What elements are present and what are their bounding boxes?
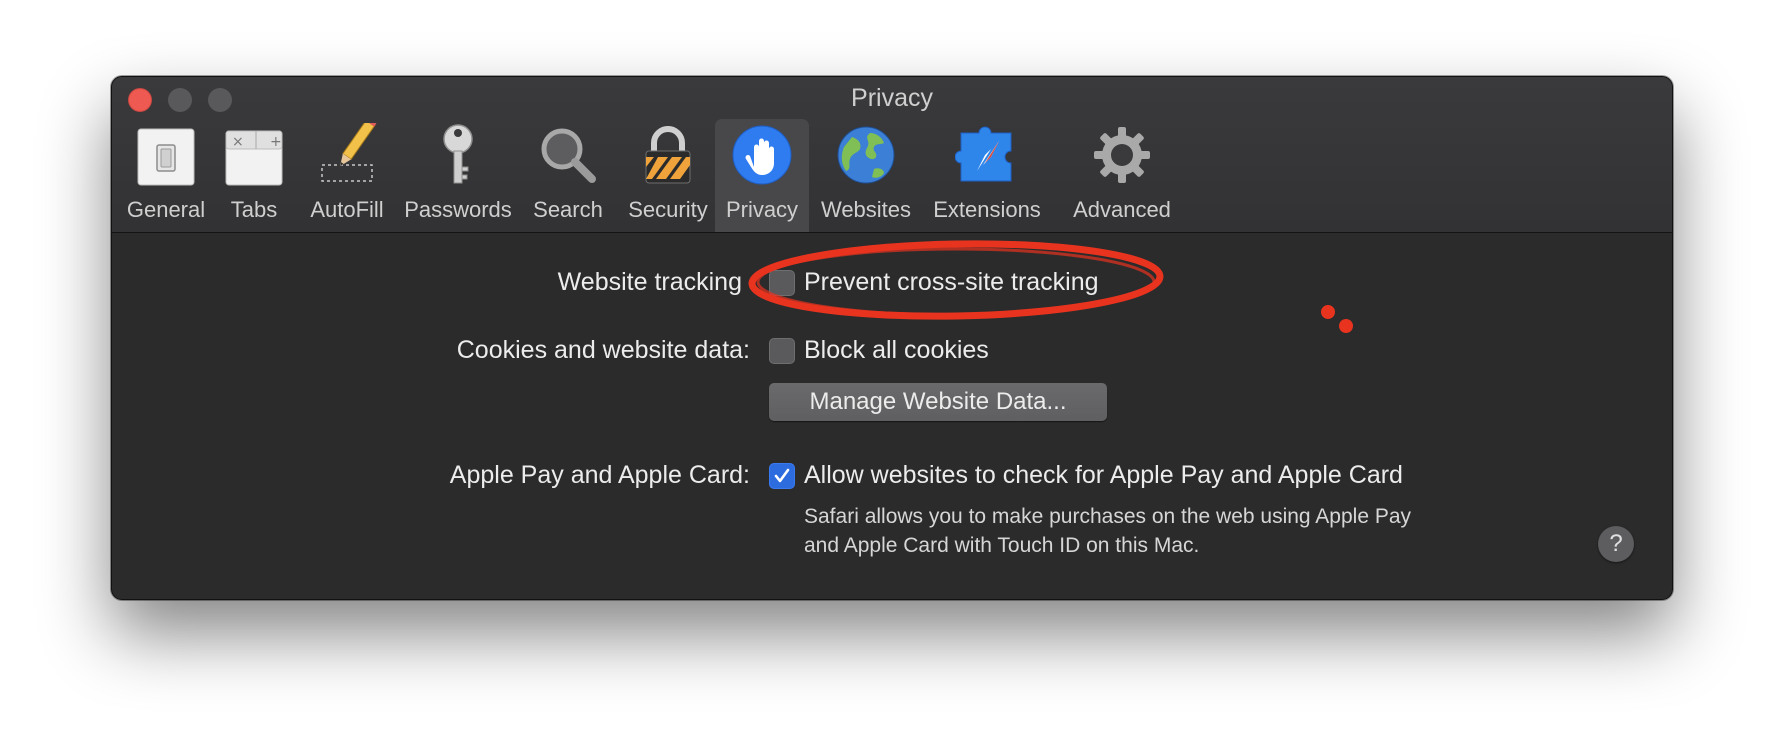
general-switch-icon <box>134 123 198 187</box>
tab-search[interactable]: Search <box>524 119 612 232</box>
tab-search-label: Search <box>533 197 603 222</box>
applepay-description-line1: Safari allows you to make purchases on t… <box>804 505 1412 528</box>
tab-tabs[interactable]: × + Tabs <box>218 119 290 232</box>
applepay-description-line2: and Apple Card with Touch ID on this Mac… <box>804 534 1200 557</box>
tab-advanced[interactable]: Advanced <box>1058 119 1186 232</box>
tab-extensions-label: Extensions <box>933 197 1041 222</box>
tab-websites-label: Websites <box>820 197 912 222</box>
pencil-icon <box>315 115 379 187</box>
tab-privacy-label: Privacy <box>725 197 799 222</box>
tab-security[interactable]: Security <box>618 119 718 232</box>
cookies-label: Cookies and website data: <box>456 336 750 364</box>
prevent-tracking-checkbox[interactable] <box>769 270 795 296</box>
checkmark-icon <box>774 468 790 483</box>
tab-passwords-label: Passwords <box>404 197 512 222</box>
applepay-checkbox[interactable] <box>769 463 795 489</box>
window-title: Privacy <box>851 84 933 112</box>
manage-website-data-button[interactable]: Manage Website Data... <box>769 383 1107 421</box>
tab-autofill[interactable]: AutoFill <box>301 115 393 232</box>
tab-tabs-label: Tabs <box>230 197 278 222</box>
prevent-tracking-text: Prevent cross-site tracking <box>804 268 1099 296</box>
applepay-text: Allow websites to check for Apple Pay an… <box>804 461 1403 489</box>
preferences-window: Privacy General × + Tabs AutoFill Passwo… <box>111 76 1673 600</box>
tab-general[interactable]: General <box>122 119 210 232</box>
tab-passwords[interactable]: Passwords <box>400 119 516 232</box>
tab-general-label: General <box>126 197 206 222</box>
tabs-icon: × + <box>222 123 286 187</box>
block-cookies-text: Block all cookies <box>804 336 989 364</box>
tab-extensions[interactable]: Extensions <box>925 119 1049 232</box>
tab-security-label: Security <box>628 197 708 222</box>
block-cookies-checkbox[interactable] <box>769 338 795 364</box>
svg-text:+: + <box>270 134 282 150</box>
tab-websites[interactable]: Websites <box>814 119 918 232</box>
toolbar: Privacy General × + Tabs AutoFill Passwo… <box>112 77 1672 233</box>
svg-text:×: × <box>232 134 244 150</box>
hand-icon <box>730 123 794 187</box>
tab-autofill-label: AutoFill <box>310 197 384 222</box>
applepay-description: Safari allows you to make purchases on t… <box>804 502 1504 560</box>
applepay-label: Apple Pay and Apple Card: <box>449 461 750 489</box>
key-icon <box>426 123 490 187</box>
help-button[interactable]: ? <box>1598 526 1634 562</box>
tab-privacy[interactable]: Privacy <box>715 119 809 232</box>
magnifier-icon <box>536 123 600 187</box>
website-tracking-label: Website tracking <box>557 268 742 296</box>
globe-icon <box>834 123 898 187</box>
gear-icon <box>1090 123 1154 187</box>
tab-advanced-label: Advanced <box>1073 197 1171 222</box>
padlock-icon <box>636 123 700 187</box>
puzzle-compass-icon <box>954 123 1019 187</box>
